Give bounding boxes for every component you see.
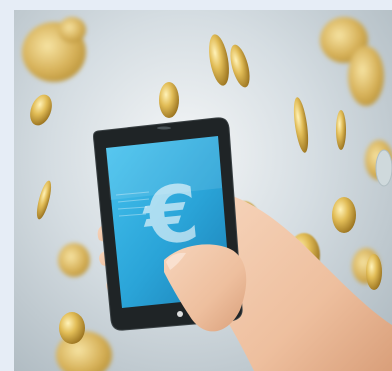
photo-illustration: €: [22, 17, 392, 371]
photo: €: [14, 10, 392, 371]
image-frame: €: [0, 0, 392, 371]
